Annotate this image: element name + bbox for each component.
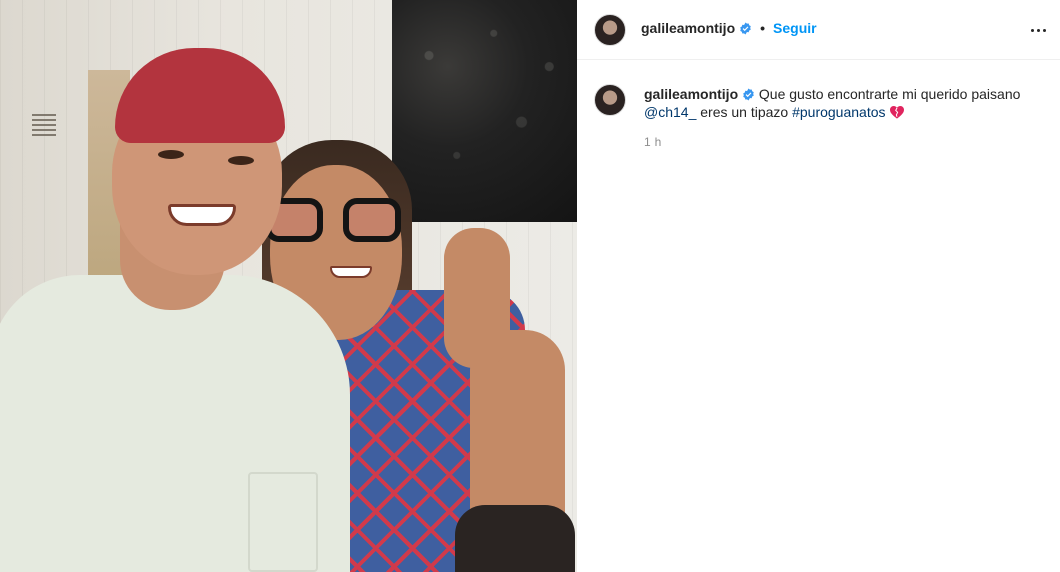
shirt-pocket: [248, 472, 318, 572]
caption-text-part: eres un tipazo: [700, 104, 789, 120]
author-username[interactable]: galileamontijo: [641, 20, 735, 36]
man-eye-right: [228, 156, 254, 165]
woman-glasses: [265, 198, 401, 242]
wall-sign: [32, 114, 56, 136]
woman-smile: [330, 266, 372, 278]
peace-sign-hand: [444, 228, 510, 368]
avatar[interactable]: [594, 14, 626, 46]
header-user-info: galileamontijo • Seguir: [641, 20, 817, 36]
post-header: galileamontijo • Seguir: [577, 0, 1060, 60]
wall-artwork: [392, 0, 577, 222]
hashtag-link[interactable]: #puroguanatos: [792, 104, 885, 120]
verified-badge-icon: [743, 88, 754, 101]
follow-button[interactable]: Seguir: [773, 20, 817, 36]
avatar[interactable]: [594, 84, 626, 116]
post-timestamp[interactable]: 1 h: [644, 135, 662, 149]
bag-strap: [455, 505, 575, 572]
more-options-icon[interactable]: [1026, 18, 1050, 42]
broken-heart-icon: [890, 105, 905, 119]
caption-username[interactable]: galileamontijo: [644, 86, 738, 102]
caption-text: galileamontijo Que gusto encontrarte mi …: [644, 85, 1044, 121]
post-photo[interactable]: [0, 0, 577, 572]
post-sidebar: galileamontijo • Seguir galileamontijo Q…: [577, 0, 1060, 572]
man-smile: [168, 204, 236, 226]
caption-text-part: Que gusto encontrarte mi querido paisano: [758, 86, 1021, 102]
separator-dot: •: [760, 20, 766, 36]
verified-badge-icon: [740, 22, 751, 34]
mention-link[interactable]: @ch14_: [644, 104, 696, 120]
man-eye-left: [158, 150, 184, 159]
